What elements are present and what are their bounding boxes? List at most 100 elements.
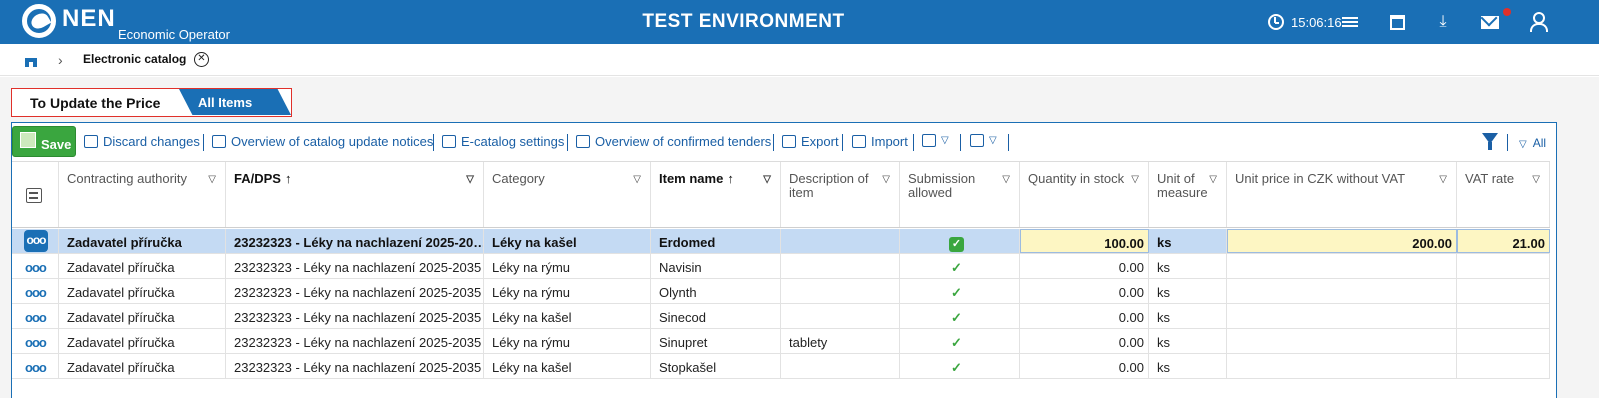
- cell-quantity-input[interactable]: 100.00: [1020, 229, 1149, 253]
- clipboard-icon: [576, 135, 590, 148]
- tab-to-update-price[interactable]: To Update the Price: [30, 95, 160, 111]
- cell-description: [781, 254, 900, 278]
- column-settings-icon[interactable]: [26, 188, 42, 203]
- header-authority[interactable]: Contracting authority ▽: [59, 162, 226, 227]
- filter-caret-icon[interactable]: ▽: [208, 173, 216, 187]
- menu-icon[interactable]: [1340, 12, 1360, 32]
- cell-fadps: 23232323 - Léky na nachlazení 2025-2035: [226, 279, 484, 303]
- filter-caret-icon[interactable]: ▽: [763, 173, 771, 187]
- header-quantity-label: Quantity in stock: [1028, 171, 1125, 186]
- header-fadps[interactable]: FA/DPS ↑ ▽: [226, 162, 484, 227]
- filter-caret-icon[interactable]: ▽: [1439, 173, 1447, 187]
- cell-vat: [1457, 304, 1550, 328]
- header-submission[interactable]: Submission allowed ▽: [900, 162, 1020, 227]
- tab-all-items[interactable]: All Items: [179, 89, 291, 115]
- table-row[interactable]: ooo Zadavatel příručka 23232323 - Léky n…: [12, 254, 1550, 279]
- header-quantity[interactable]: Quantity in stock ▽: [1020, 162, 1149, 227]
- cell-category: Léky na kašel: [484, 304, 651, 328]
- filter-caret-icon[interactable]: ▽: [1532, 173, 1540, 187]
- filter-caret-icon[interactable]: ▽: [1131, 173, 1139, 187]
- header-vat[interactable]: VAT rate ▽: [1457, 162, 1550, 227]
- column-settings-cell: [12, 162, 59, 227]
- header-category[interactable]: Category ▽: [484, 162, 651, 227]
- row-actions-icon[interactable]: ooo: [25, 310, 47, 325]
- ecatalog-settings-button[interactable]: E-catalog settings: [442, 134, 564, 149]
- header-authority-label: Contracting authority: [67, 171, 187, 186]
- row-actions-icon[interactable]: ooo: [25, 360, 47, 375]
- dropdown-caret-icon: ▽: [989, 135, 997, 146]
- cell-unit: ks: [1149, 304, 1227, 328]
- row-actions-icon[interactable]: ooo: [24, 230, 48, 252]
- dropdown-caret-icon: ▽: [941, 135, 949, 146]
- header-unit[interactable]: Unit of measure ▽: [1149, 162, 1227, 227]
- checkbox-checked-icon[interactable]: ✓: [949, 237, 964, 252]
- cell-fadps: 23232323 - Léky na nachlazení 2025-2035: [226, 329, 484, 353]
- row-actions-cell: ooo: [12, 229, 59, 253]
- row-actions-icon[interactable]: ooo: [25, 335, 47, 350]
- print-icon: [922, 134, 936, 147]
- clipboard-icon: [442, 135, 456, 148]
- filter-caret-icon[interactable]: ▽: [1209, 173, 1217, 187]
- filter-caret-icon[interactable]: ▽: [1002, 173, 1010, 187]
- header-price[interactable]: Unit price in CZK without VAT ▽: [1227, 162, 1457, 227]
- row-actions-icon[interactable]: ooo: [25, 260, 47, 275]
- cell-submission: ✓: [900, 279, 1020, 303]
- table-row[interactable]: ooo Zadavatel příručka 23232323 - Léky n…: [12, 329, 1550, 354]
- cell-price-input[interactable]: 200.00: [1227, 229, 1457, 253]
- header-item-name[interactable]: Item name ↑ ▽: [651, 162, 781, 227]
- ecatalog-settings-label: E-catalog settings: [461, 134, 565, 149]
- cell-authority: Zadavatel příručka: [59, 354, 226, 378]
- import-button[interactable]: Import: [852, 134, 908, 149]
- cell-submission: ✓: [900, 329, 1020, 353]
- filter-caret-icon[interactable]: ▽: [466, 173, 474, 187]
- cell-price: [1227, 329, 1457, 353]
- filter-caret-icon[interactable]: ▽: [882, 173, 890, 187]
- cell-authority: Zadavatel příručka: [59, 254, 226, 278]
- checkmark-icon: ✓: [951, 335, 962, 350]
- breadcrumb-label[interactable]: Electronic catalog: [83, 52, 186, 66]
- discard-changes-button[interactable]: Discard changes: [84, 134, 200, 149]
- share-dropdown[interactable]: ▽: [970, 134, 997, 147]
- cell-category: Léky na rýmu: [484, 329, 651, 353]
- mail-icon[interactable]: [1480, 12, 1500, 32]
- table-row[interactable]: ooo Zadavatel příručka 23232323 - Léky n…: [12, 354, 1550, 379]
- cell-vat-input[interactable]: 21.00: [1457, 229, 1550, 253]
- row-actions-icon[interactable]: ooo: [25, 285, 47, 300]
- table-row[interactable]: ooo Zadavatel příručka 23232323 - Léky n…: [12, 229, 1550, 254]
- row-actions-cell: ooo: [12, 254, 59, 278]
- home-icon[interactable]: [22, 51, 40, 67]
- discard-label: Discard changes: [103, 134, 200, 149]
- cell-authority: Zadavatel příručka: [59, 229, 226, 253]
- print-dropdown[interactable]: ▽: [922, 134, 949, 147]
- download-icon[interactable]: ⤓: [1433, 12, 1453, 32]
- cell-vat: [1457, 254, 1550, 278]
- close-icon[interactable]: ✕: [194, 52, 209, 67]
- filter-caret-icon[interactable]: ▽: [633, 173, 641, 187]
- filter-icon[interactable]: [1482, 133, 1498, 150]
- filter-all-dropdown[interactable]: ▽ All: [1519, 136, 1546, 150]
- chevron-right-icon: ›: [58, 52, 63, 68]
- overview-notices-button[interactable]: Overview of catalog update notices: [212, 134, 433, 149]
- header-unit-label: Unit of measure: [1157, 171, 1208, 200]
- export-button[interactable]: Export: [782, 134, 839, 149]
- toolbar-divider: [842, 134, 843, 151]
- user-icon[interactable]: [1528, 12, 1548, 32]
- header-item-name-label: Item name: [659, 171, 724, 186]
- header-description[interactable]: Description of item ▽: [781, 162, 900, 227]
- calendar-icon[interactable]: [1387, 12, 1407, 32]
- table-row[interactable]: ooo Zadavatel příručka 23232323 - Léky n…: [12, 304, 1550, 329]
- overview-tenders-button[interactable]: Overview of confirmed tenders: [576, 134, 771, 149]
- cell-quantity: 0.00: [1020, 329, 1149, 353]
- cell-vat: [1457, 329, 1550, 353]
- cell-authority: Zadavatel příručka: [59, 279, 226, 303]
- table-row[interactable]: ooo Zadavatel příručka 23232323 - Léky n…: [12, 279, 1550, 304]
- sort-ascending-icon: ↑: [284, 171, 292, 186]
- save-button[interactable]: Save: [12, 126, 76, 157]
- cell-unit: ks: [1149, 329, 1227, 353]
- cell-quantity: 0.00: [1020, 254, 1149, 278]
- toolbar-divider: [1507, 134, 1508, 151]
- row-actions-cell: ooo: [12, 279, 59, 303]
- cell-description: [781, 279, 900, 303]
- toolbar-divider: [203, 134, 204, 151]
- cell-item-name: Stopkašel: [651, 354, 781, 378]
